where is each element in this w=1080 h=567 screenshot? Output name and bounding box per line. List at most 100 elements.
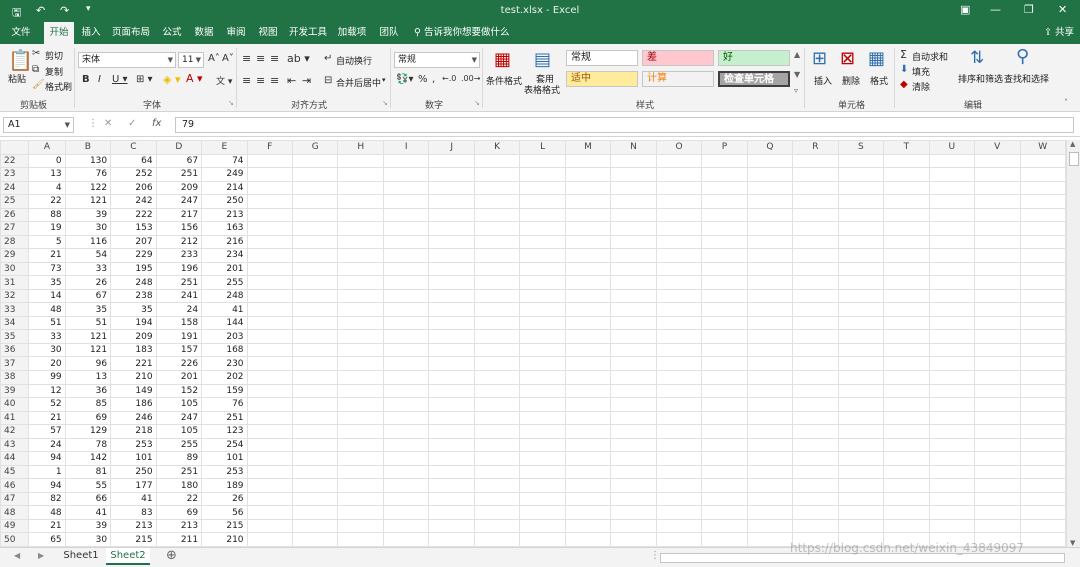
cell-a23[interactable]: 13 [28, 167, 66, 182]
cell-q37[interactable] [746, 356, 794, 371]
cell-g26[interactable] [291, 207, 339, 223]
cell-e25[interactable]: 250 [201, 194, 248, 209]
column-header-k[interactable]: K [473, 140, 521, 155]
column-header-h[interactable]: H [337, 140, 384, 155]
cell-i40[interactable] [382, 397, 430, 412]
cell-d31[interactable]: 251 [155, 275, 203, 290]
cell-j24[interactable] [428, 180, 475, 196]
cell-l31[interactable] [519, 275, 566, 290]
cell-f47[interactable] [246, 491, 294, 507]
cell-w27[interactable] [1019, 221, 1066, 236]
row-header[interactable]: 30 [0, 261, 30, 277]
cell-o48[interactable] [655, 505, 703, 520]
share-button[interactable]: ⇪ 共享 [1044, 22, 1074, 44]
align-bottom-icon[interactable]: ≡ [270, 52, 279, 65]
cancel-icon[interactable]: ✕ [104, 118, 112, 129]
cell-n49[interactable] [610, 518, 657, 534]
cell-i25[interactable] [382, 194, 430, 209]
cell-u41[interactable] [928, 410, 976, 426]
font-phonetic-icon[interactable]: 文 ▾ [216, 74, 232, 87]
cell-t30[interactable] [883, 261, 930, 277]
cell-v23[interactable] [974, 167, 1021, 182]
cell-u29[interactable] [928, 248, 976, 263]
cell-q30[interactable] [746, 261, 794, 277]
cell-r44[interactable] [792, 451, 839, 466]
cell-u49[interactable] [928, 518, 976, 534]
cell-g47[interactable] [291, 491, 339, 507]
cell-g22[interactable] [291, 153, 339, 169]
cell-q36[interactable] [746, 342, 794, 358]
cell-i22[interactable] [382, 153, 430, 169]
cell-b45[interactable]: 81 [64, 464, 112, 480]
cell-t34[interactable] [883, 315, 930, 331]
cell-e28[interactable]: 216 [201, 234, 248, 250]
cell-w30[interactable] [1019, 261, 1066, 277]
cell-c31[interactable]: 248 [110, 275, 157, 290]
cell-j42[interactable] [428, 424, 475, 439]
cell-h33[interactable] [337, 302, 384, 317]
cell-a45[interactable]: 1 [28, 464, 66, 480]
font-name-select[interactable]: 宋体 ▼ [78, 52, 176, 68]
cell-h48[interactable] [337, 505, 384, 520]
cell-p41[interactable] [701, 410, 748, 426]
cell-r46[interactable] [792, 478, 839, 493]
cell-r39[interactable] [792, 383, 839, 399]
cell-f26[interactable] [246, 207, 294, 223]
cell-o22[interactable] [655, 153, 703, 169]
cell-r42[interactable] [792, 424, 839, 439]
cell-h32[interactable] [337, 288, 384, 304]
cell-l48[interactable] [519, 505, 566, 520]
cell-g31[interactable] [291, 275, 339, 290]
cell-l50[interactable] [519, 532, 566, 547]
cell-j31[interactable] [428, 275, 475, 290]
cell-f32[interactable] [246, 288, 294, 304]
cell-e40[interactable]: 76 [201, 397, 248, 412]
align-center-icon[interactable]: ≡ [256, 74, 265, 87]
tell-me-search[interactable]: ⚲ 告诉我你想要做什么 [414, 22, 510, 44]
cell-q43[interactable] [746, 437, 794, 453]
cell-a46[interactable]: 94 [28, 478, 66, 493]
column-header-t[interactable]: T [883, 140, 930, 155]
cell-e23[interactable]: 249 [201, 167, 248, 182]
cell-h44[interactable] [337, 451, 384, 466]
orientation-icon[interactable]: ab ▾ [287, 52, 310, 65]
expand-gallery-icon[interactable]: ▿ [794, 86, 798, 95]
comma-style-icon[interactable]: , [432, 74, 435, 85]
cell-a41[interactable]: 21 [28, 410, 66, 426]
cell-n30[interactable] [610, 261, 657, 277]
cell-f39[interactable] [246, 383, 294, 399]
paste-icon[interactable]: 📋 [8, 48, 33, 72]
cell-s33[interactable] [837, 302, 885, 317]
cell-m48[interactable] [564, 505, 612, 520]
cell-u46[interactable] [928, 478, 976, 493]
cell-c41[interactable]: 246 [110, 410, 157, 426]
cell-u23[interactable] [928, 167, 976, 182]
cell-b48[interactable]: 41 [64, 505, 112, 520]
cell-p29[interactable] [701, 248, 748, 263]
cell-f22[interactable] [246, 153, 294, 169]
cell-a25[interactable]: 22 [28, 194, 66, 209]
cell-m41[interactable] [564, 410, 612, 426]
cell-e41[interactable]: 251 [201, 410, 248, 426]
cell-f28[interactable] [246, 234, 294, 250]
column-header-d[interactable]: D [155, 140, 203, 155]
scroll-right-icon[interactable]: ▶ [38, 551, 44, 560]
cell-j48[interactable] [428, 505, 475, 520]
copy-button[interactable]: 复制 [45, 65, 63, 78]
cell-l47[interactable] [519, 491, 566, 507]
cell-c48[interactable]: 83 [110, 505, 157, 520]
cell-b47[interactable]: 66 [64, 491, 112, 507]
row-header[interactable]: 46 [0, 478, 30, 493]
cell-a43[interactable]: 24 [28, 437, 66, 453]
scroll-left-icon[interactable]: ◀ [14, 551, 20, 560]
cell-e30[interactable]: 201 [201, 261, 248, 277]
cell-o38[interactable] [655, 370, 703, 385]
row-header[interactable]: 31 [0, 275, 30, 290]
row-header[interactable]: 25 [0, 194, 30, 209]
cell-b32[interactable]: 67 [64, 288, 112, 304]
cell-w23[interactable] [1019, 167, 1066, 182]
scrollbar-thumb[interactable] [1069, 152, 1079, 166]
cell-h41[interactable] [337, 410, 384, 426]
cell-q44[interactable] [746, 451, 794, 466]
cell-d37[interactable]: 226 [155, 356, 203, 371]
